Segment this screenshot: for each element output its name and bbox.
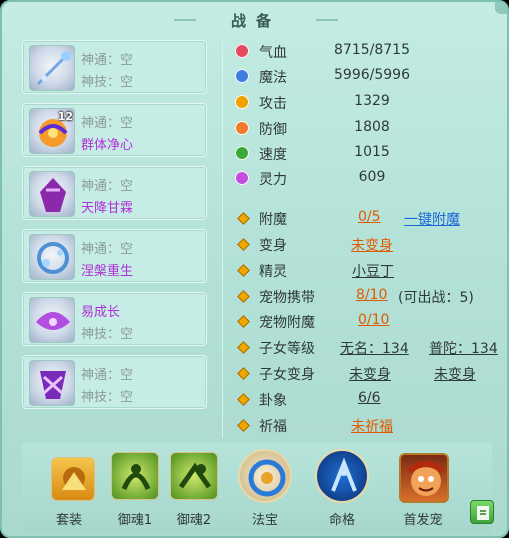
slot-line1: 神通：空 xyxy=(81,116,134,131)
row-label: 子女变身 xyxy=(259,367,315,383)
purple-mask-icon[interactable] xyxy=(29,360,75,406)
row-label: 变身 xyxy=(259,238,287,254)
stat-value: 5996/5996 xyxy=(334,67,410,83)
equip-slot[interactable]: 神通：空神技：空 xyxy=(22,355,207,409)
slot-line2: 天降甘霖 xyxy=(81,201,134,216)
soul2-button[interactable] xyxy=(170,452,218,500)
soul1-icon xyxy=(121,464,151,491)
stat-value: 609 xyxy=(358,169,386,185)
row-value-secondary[interactable]: 未变身 xyxy=(434,364,476,384)
row-label: 宠物携带 xyxy=(259,290,315,306)
diamond-icon xyxy=(237,264,250,277)
row-value[interactable]: 6/6 xyxy=(358,390,381,406)
first-pet-icon xyxy=(407,461,445,496)
edit-button[interactable] xyxy=(470,500,494,524)
row-value[interactable]: 未祈福 xyxy=(351,416,393,436)
magic-treasure-button[interactable] xyxy=(238,449,292,503)
equip-slot[interactable]: 12 神通：空群体净心 xyxy=(22,103,207,157)
bird-spirit-icon[interactable]: 12 xyxy=(29,108,75,154)
row-value[interactable]: 无名：134 xyxy=(340,338,409,358)
speed-icon xyxy=(235,146,249,160)
diamond-icon xyxy=(237,238,250,251)
armor-set-button[interactable] xyxy=(51,457,95,501)
row-value-secondary: (可出战：5) xyxy=(398,290,474,306)
slot-line1: 神通：空 xyxy=(81,179,134,194)
first-pet-label: 首发宠 xyxy=(403,513,443,528)
soul2-icon xyxy=(178,462,212,489)
stat-value: 8715/8715 xyxy=(334,42,410,58)
row-value[interactable]: 0/10 xyxy=(358,312,389,328)
slot-line1: 神通：空 xyxy=(81,53,134,68)
level-number: 12 xyxy=(57,110,73,123)
diamond-icon xyxy=(237,212,250,225)
diamond-icon xyxy=(237,341,250,354)
soul1-button[interactable] xyxy=(111,452,159,500)
stat-value: 1329 xyxy=(354,93,390,109)
magic-treasure-label: 法宝 xyxy=(251,513,278,528)
diamond-icon xyxy=(237,393,250,406)
divider xyxy=(222,40,223,438)
equip-slot[interactable]: 神通：空神技：空 xyxy=(22,40,207,94)
stat-label: 气血 xyxy=(259,45,287,61)
close-corner-icon[interactable] xyxy=(495,2,507,14)
diamond-icon xyxy=(237,367,250,380)
stat-value: 1015 xyxy=(354,144,390,160)
armor-set-icon xyxy=(62,467,86,490)
row-value[interactable]: 未变身 xyxy=(351,235,393,255)
slot-line2: 群体净心 xyxy=(81,138,134,153)
slot-line2: 神技：空 xyxy=(81,390,134,405)
stat-label: 魔法 xyxy=(259,70,287,86)
stat-label: 攻击 xyxy=(259,96,287,112)
row-value-secondary[interactable]: 一键附魔 xyxy=(404,209,460,229)
destiny-button[interactable] xyxy=(315,449,369,503)
edit-icon xyxy=(477,506,489,520)
slot-line1: 神通：空 xyxy=(81,368,134,383)
purple-demon-icon[interactable] xyxy=(29,171,75,217)
staff-weapon-icon[interactable] xyxy=(29,45,75,91)
diamond-icon xyxy=(237,315,250,328)
stat-label: 灵力 xyxy=(259,172,287,188)
first-pet-button[interactable] xyxy=(399,453,449,503)
slot-line1: 易成长 xyxy=(81,305,121,320)
row-label: 子女等级 xyxy=(259,341,315,357)
stat-value: 1808 xyxy=(354,119,390,135)
row-label: 附魔 xyxy=(259,212,287,228)
battle-prep-window: 战备 神通：空 神技：空 12 神通：空 群体净心 神通：空 天降甘霖 神通：空 涅槃重生 易成长… xyxy=(0,0,509,538)
row-value[interactable]: 8/10 xyxy=(356,287,387,303)
slot-line2: 涅槃重生 xyxy=(81,264,134,279)
soul2-label: 御魂2 xyxy=(176,513,212,528)
destiny-label: 命格 xyxy=(328,513,355,528)
stat-label: 速度 xyxy=(259,147,287,163)
defense-icon xyxy=(235,121,249,135)
stat-label: 防御 xyxy=(259,122,287,138)
equip-slot[interactable]: 神通：空天降甘霖 xyxy=(22,166,207,220)
slot-line2: 神技：空 xyxy=(81,75,134,90)
slot-line2: 神技：空 xyxy=(81,327,134,342)
diamond-icon xyxy=(237,419,250,432)
row-value-secondary[interactable]: 普陀：134 xyxy=(429,338,498,358)
attack-icon xyxy=(235,95,249,109)
row-label: 精灵 xyxy=(259,264,287,280)
row-value[interactable]: 0/5 xyxy=(358,209,381,225)
diamond-icon xyxy=(237,290,250,303)
purple-wing-icon[interactable] xyxy=(29,297,75,343)
mana-icon xyxy=(235,69,249,83)
armor-set-label: 套装 xyxy=(55,513,82,528)
row-value[interactable]: 小豆丁 xyxy=(352,261,394,281)
row-value[interactable]: 未变身 xyxy=(349,364,391,384)
equip-slot[interactable]: 易成长神技：空 xyxy=(22,292,207,346)
row-label: 宠物附魔 xyxy=(259,315,315,331)
equip-slot[interactable]: 神通：空涅槃重生 xyxy=(22,229,207,283)
row-label: 祈福 xyxy=(259,419,287,435)
window-title: 战备 xyxy=(174,8,338,32)
heart-icon xyxy=(235,44,249,58)
row-label: 卦象 xyxy=(259,393,287,409)
blue-bubble-icon[interactable] xyxy=(29,234,75,280)
slot-line1: 神通：空 xyxy=(81,242,134,257)
spirit-icon xyxy=(235,171,249,185)
